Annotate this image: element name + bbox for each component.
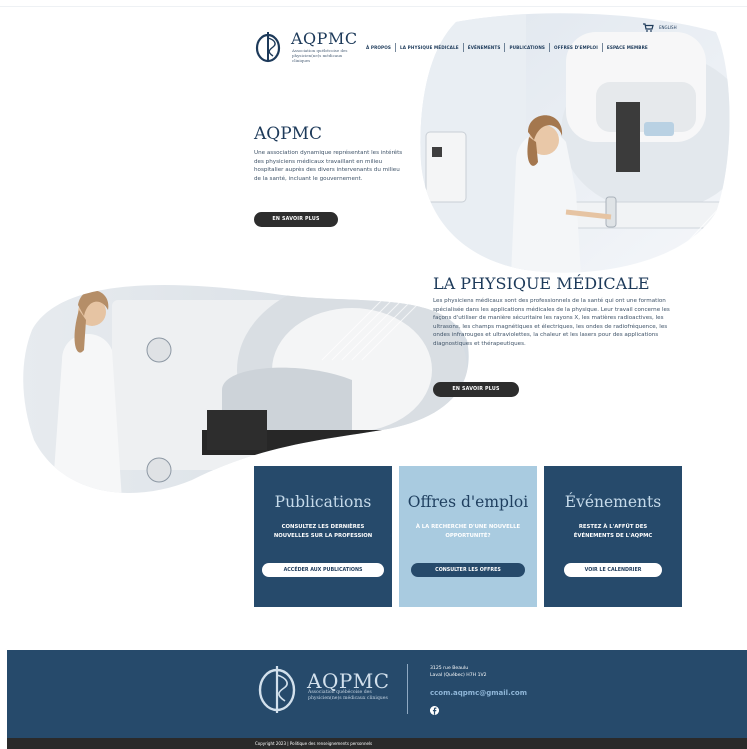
- aqpmc-logo-icon: [255, 32, 281, 63]
- nav-divider: [504, 43, 506, 52]
- card-evenements: Événements RESTEZ À L'AFFÛT DES ÉVÉNEMEN…: [544, 466, 682, 607]
- footer-bottom-bar: [7, 738, 747, 749]
- nav-item-apropos[interactable]: À PROPOS: [362, 45, 395, 50]
- card-text: À LA RECHERCHE D'UNE NOUVELLE OPPORTUNIT…: [415, 524, 521, 539]
- card-text: RESTEZ À L'AFFÛT DES ÉVÉNEMENTS DE L'AQP…: [573, 524, 653, 539]
- card-offres: Offres d'emploi À LA RECHERCHE D'UNE NOU…: [399, 466, 537, 607]
- language-link[interactable]: ENGLISH: [659, 25, 677, 30]
- nav-item-offres[interactable]: OFFRES D'EMPLOI: [550, 45, 602, 50]
- main-nav: À PROPOS LA PHYSIQUE MÉDICALE ÉVÉNEMENTS…: [362, 43, 652, 52]
- nav-item-physique[interactable]: LA PHYSIQUE MÉDICALE: [396, 45, 463, 50]
- offres-button[interactable]: CONSULTER LES OFFRES: [411, 563, 525, 577]
- footer-divider: [407, 664, 408, 714]
- nav-item-publications[interactable]: PUBLICATIONS: [505, 45, 549, 50]
- nav-divider: [462, 43, 464, 52]
- physique-learn-more-button[interactable]: EN SAVOIR PLUS: [433, 382, 519, 397]
- nav-item-evenements[interactable]: ÉVÉNEMENTS: [464, 45, 505, 50]
- intro-text: Une association dynamique représentant l…: [254, 150, 403, 182]
- logo-name: AQPMC: [291, 29, 358, 48]
- footer-address: 3125 rue Beaulu Laval (Québec) H7H 1V2: [430, 666, 487, 679]
- nav-item-espace-membre[interactable]: ESPACE MEMBRE: [603, 45, 652, 50]
- logo-subtitle: Association québécoise des physicien(ne)…: [292, 48, 348, 63]
- intro-learn-more-button[interactable]: EN SAVOIR PLUS: [254, 212, 338, 227]
- footer-logo-subtitle: Association québécoise des physicien(ne)…: [308, 690, 388, 701]
- card-text: CONSULTEZ LES DERNIÈRES NOUVELLES SUR LA…: [273, 524, 373, 539]
- copyright-text[interactable]: Copyright 2023 | Politique des renseigne…: [255, 741, 372, 746]
- cart-icon[interactable]: [643, 23, 654, 32]
- card-title: Offres d'emploi: [407, 493, 529, 511]
- facebook-icon[interactable]: [430, 706, 439, 715]
- physique-text: Les physiciens médicaux sont des profess…: [433, 298, 670, 347]
- nav-divider: [395, 43, 396, 52]
- address-line: Laval (Québec) H7H 1V2: [430, 672, 487, 678]
- card-title: Publications: [274, 493, 372, 511]
- nav-divider: [601, 43, 603, 52]
- physique-title: LA PHYSIQUE MÉDICALE: [433, 274, 650, 293]
- calendrier-button[interactable]: VOIR LE CALENDRIER: [564, 563, 662, 577]
- card-publications: Publications CONSULTEZ LES DERNIÈRES NOU…: [254, 466, 392, 607]
- aqpmc-logo-icon[interactable]: [257, 663, 303, 715]
- top-border: [0, 6, 747, 7]
- intro-title: AQPMC: [254, 124, 323, 144]
- header-logo[interactable]: AQPMC Association québécoise des physici…: [255, 28, 358, 68]
- footer-email-link[interactable]: ccom.aqpmc@gmail.com: [430, 689, 527, 697]
- publications-button[interactable]: ACCÉDER AUX PUBLICATIONS: [262, 563, 384, 577]
- card-title: Événements: [564, 493, 662, 511]
- nav-divider: [549, 43, 551, 52]
